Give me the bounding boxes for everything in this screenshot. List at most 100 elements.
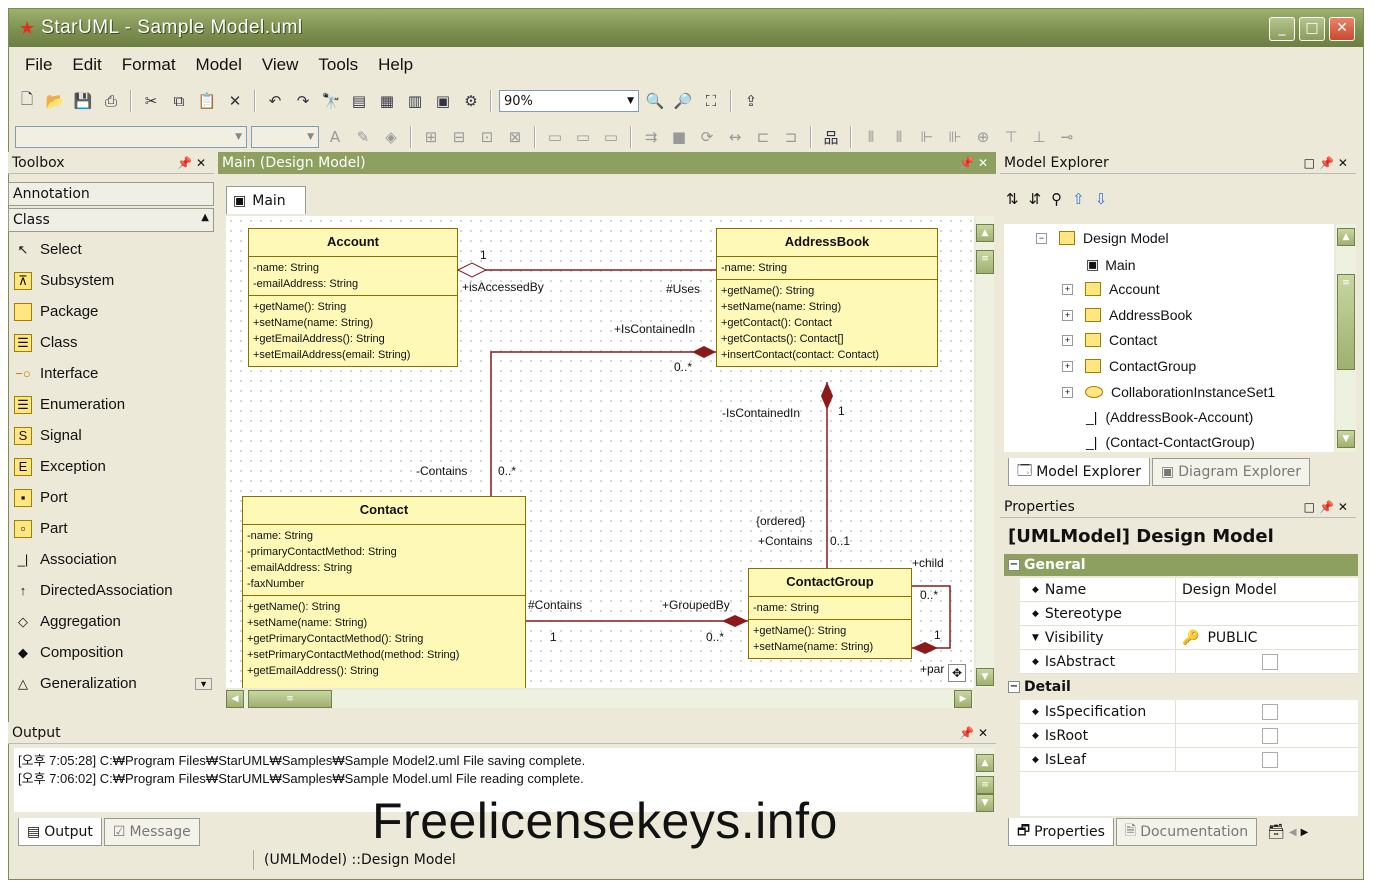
tree-scrollbar[interactable]: ▲ ≡ ▼ <box>1336 224 1356 452</box>
layout-icon[interactable]: ⊏ <box>751 125 775 149</box>
distribute-icon[interactable]: ⊤ <box>999 125 1023 149</box>
font-size-select[interactable]: ▼ <box>251 126 319 148</box>
distribute-icon[interactable]: ⊥ <box>1027 125 1051 149</box>
align-icon[interactable]: ⊞ <box>419 125 443 149</box>
property-visibility[interactable]: ▼ Visibility 🔑 PUBLIC <box>1020 626 1358 650</box>
tool-subsystem[interactable]: ⊼ Subsystem <box>8 265 214 296</box>
cut-icon[interactable]: ✂ <box>139 89 163 113</box>
zoom-out-icon[interactable]: 🔎 <box>671 89 695 113</box>
tool-enumeration[interactable]: ☰ Enumeration <box>8 389 214 420</box>
scroll-down-icon[interactable]: ▼ <box>1337 430 1355 448</box>
checkbox[interactable] <box>1262 703 1278 720</box>
tab-documentation[interactable]: 🗎 Documentation <box>1115 818 1258 846</box>
align-icon[interactable]: ▭ <box>543 125 567 149</box>
new-file-icon[interactable]: 🗋 <box>15 89 39 113</box>
zoom-in-icon[interactable]: 🔍 <box>643 89 667 113</box>
tool-port[interactable]: ▪ Port <box>8 482 214 513</box>
panel-controls-icons[interactable]: □📌✕ <box>1304 500 1352 514</box>
fill-icon[interactable]: ◈ <box>379 125 403 149</box>
expand-icon[interactable]: + <box>1062 334 1073 346</box>
tree-node-design-model[interactable]: − Design Model <box>1036 230 1169 246</box>
menu-help[interactable]: Help <box>368 53 423 77</box>
scroll-down-icon[interactable]: ▼ <box>976 668 994 686</box>
scroll-thumb[interactable]: ≡ <box>976 776 994 794</box>
copy-icon[interactable]: ⧉ <box>167 89 191 113</box>
checkbox[interactable] <box>1262 653 1278 670</box>
tool-directed-association[interactable]: ↑ DirectedAssociation <box>8 575 214 606</box>
scroll-down-icon[interactable]: ▼ <box>976 794 994 812</box>
menu-file[interactable]: File <box>15 53 62 77</box>
collapse-icon[interactable]: − <box>1036 232 1047 244</box>
sort-ascending-icon[interactable]: ⇅ <box>1006 190 1019 208</box>
paste-icon[interactable]: 📋 <box>195 89 219 113</box>
scroll-right-icon[interactable]: ▶ <box>954 690 972 708</box>
diagram-icon[interactable]: ▦ <box>375 89 399 113</box>
panel-controls-icons[interactable]: □📌✕ <box>1304 156 1352 170</box>
class-contact[interactable]: Contact -name: String -primaryContactMet… <box>242 496 526 688</box>
layout-icon[interactable]: ⇉ <box>639 125 663 149</box>
tree-node-contactgroup[interactable]: + ContactGroup <box>1062 358 1196 374</box>
toolbox-category-class[interactable]: Class ▲ <box>8 208 214 232</box>
menu-tools[interactable]: Tools <box>308 53 368 77</box>
scroll-up-icon[interactable]: ▲ <box>976 224 994 242</box>
align-icon[interactable]: ⊠ <box>503 125 527 149</box>
close-button[interactable]: ✕ <box>1329 17 1355 41</box>
hierarchy-icon[interactable]: 品 <box>819 125 843 149</box>
class-addressbook[interactable]: AddressBook -name: String +getName(): St… <box>716 228 938 367</box>
tool-composition[interactable]: ◆ Composition <box>8 637 214 668</box>
property-stereotype[interactable]: ◆ Stereotype <box>1020 602 1358 626</box>
tab-model-explorer[interactable]: 🗔 Model Explorer <box>1008 458 1150 486</box>
delete-icon[interactable]: ✕ <box>223 89 247 113</box>
layout-icon[interactable]: ⟳ <box>695 125 719 149</box>
zoom-select[interactable]: 90% ▼ <box>499 90 639 112</box>
export-icon[interactable]: ⇪ <box>739 89 763 113</box>
maximize-button[interactable]: □ <box>1299 17 1325 41</box>
font-icon[interactable]: A <box>323 125 347 149</box>
chevron-right-icon[interactable]: ▶ <box>1301 827 1309 838</box>
pin-close-icons[interactable]: 📌✕ <box>959 156 992 170</box>
diagram-icon[interactable]: ▤ <box>347 89 371 113</box>
tree-node-association[interactable]: _| (AddressBook-Account) <box>1086 409 1253 425</box>
tree-node-account[interactable]: + Account <box>1062 281 1160 297</box>
distribute-icon[interactable]: ⊪ <box>943 125 967 149</box>
tree-node-collaboration[interactable]: + CollaborationInstanceSet1 <box>1062 384 1275 400</box>
expand-icon[interactable]: + <box>1062 360 1073 372</box>
scroll-thumb[interactable]: ≡ <box>1337 274 1355 370</box>
print-icon[interactable]: ⎙ <box>99 89 123 113</box>
sort-descending-icon[interactable]: ⇵ <box>1029 190 1042 208</box>
tab-properties[interactable]: 🗗 Properties <box>1008 818 1114 846</box>
save-icon[interactable]: 💾 <box>71 89 95 113</box>
property-isroot[interactable]: ◆ IsRoot <box>1020 724 1358 748</box>
layout-icon[interactable]: ■ <box>667 125 691 149</box>
tab-overflow[interactable]: 🗃 ◀ ▶ <box>1259 818 1316 846</box>
property-isspecification[interactable]: ◆ IsSpecification <box>1020 700 1358 724</box>
tool-exception[interactable]: E Exception <box>8 451 214 482</box>
scroll-up-icon[interactable]: ▲ <box>976 754 994 772</box>
tool-generalization[interactable]: △ Generalization ▼ <box>8 668 214 699</box>
tab-diagram-explorer[interactable]: ▣ Diagram Explorer <box>1151 458 1311 486</box>
menu-format[interactable]: Format <box>112 53 186 77</box>
property-isleaf[interactable]: ◆ IsLeaf <box>1020 748 1358 772</box>
tree-node-contact[interactable]: + Contact <box>1062 332 1157 348</box>
expand-icon[interactable]: + <box>1062 386 1073 398</box>
fit-icon[interactable]: ⛶ <box>699 89 723 113</box>
tree-node-main[interactable]: ▣ Main <box>1086 256 1136 273</box>
tree-node-association[interactable]: _| (Contact-ContactGroup) <box>1086 434 1255 450</box>
layout-icon[interactable]: ⊐ <box>779 125 803 149</box>
move-up-icon[interactable]: ⇧ <box>1072 190 1085 208</box>
open-folder-icon[interactable]: 📂 <box>43 89 67 113</box>
move-down-icon[interactable]: ⇩ <box>1095 190 1108 208</box>
distribute-icon[interactable]: ⊩ <box>915 125 939 149</box>
expand-icon[interactable]: + <box>1062 309 1073 321</box>
pen-icon[interactable]: ✎ <box>351 125 375 149</box>
tool-aggregation[interactable]: ◇ Aggregation <box>8 606 214 637</box>
filter-icon[interactable]: ⚲ <box>1051 190 1062 208</box>
scroll-thumb[interactable]: ≡ <box>976 250 994 274</box>
property-value[interactable] <box>1176 602 1358 625</box>
diagram-icon[interactable]: ▣ <box>431 89 455 113</box>
property-name[interactable]: ◆ Name Design Model <box>1020 578 1358 602</box>
undo-icon[interactable]: ↶ <box>263 89 287 113</box>
align-icon[interactable]: ⊡ <box>475 125 499 149</box>
tool-select[interactable]: ↖ Select <box>8 234 214 265</box>
property-isabstract[interactable]: ◆ IsAbstract <box>1020 650 1358 674</box>
